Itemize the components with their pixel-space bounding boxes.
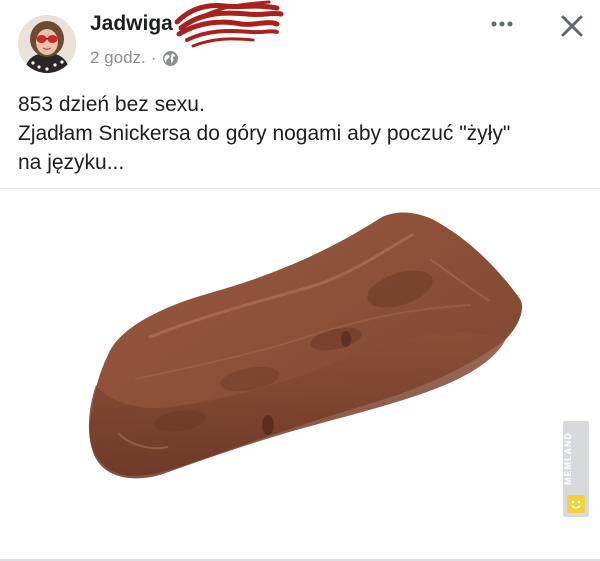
post-timestamp[interactable]: 2 godz. (90, 48, 146, 68)
more-options-icon[interactable] (485, 10, 519, 38)
post-text: 853 dzień bez sexu. Zjadłam Snickersa do… (18, 90, 578, 177)
chocolate-bar-image (88, 212, 523, 479)
smiley-icon (567, 495, 585, 513)
post-meta: 2 godz. · (90, 48, 179, 68)
avatar-image (18, 15, 76, 73)
globe-icon[interactable] (162, 50, 179, 67)
author-name[interactable]: Jadwiga (90, 12, 173, 36)
post-text-line: Zjadłam Snickersa do góry nogami aby poc… (18, 122, 511, 145)
close-icon[interactable] (556, 10, 588, 42)
post-text-line: na języku... (18, 151, 125, 174)
author-avatar[interactable] (18, 15, 76, 73)
post-header: Jadwiga 2 godz. · (0, 0, 600, 80)
post-image[interactable]: MEMLAND (0, 189, 600, 559)
watermark-text: MEMLAND (563, 432, 573, 486)
meta-separator: · (150, 48, 157, 67)
post-text-line: 853 dzień bez sexu. (18, 93, 205, 116)
facebook-post: Jadwiga 2 godz. · 853 dzień bez sexu. Zj… (0, 0, 600, 561)
memland-watermark: MEMLAND (563, 421, 589, 517)
redaction-scribble (174, 0, 284, 48)
